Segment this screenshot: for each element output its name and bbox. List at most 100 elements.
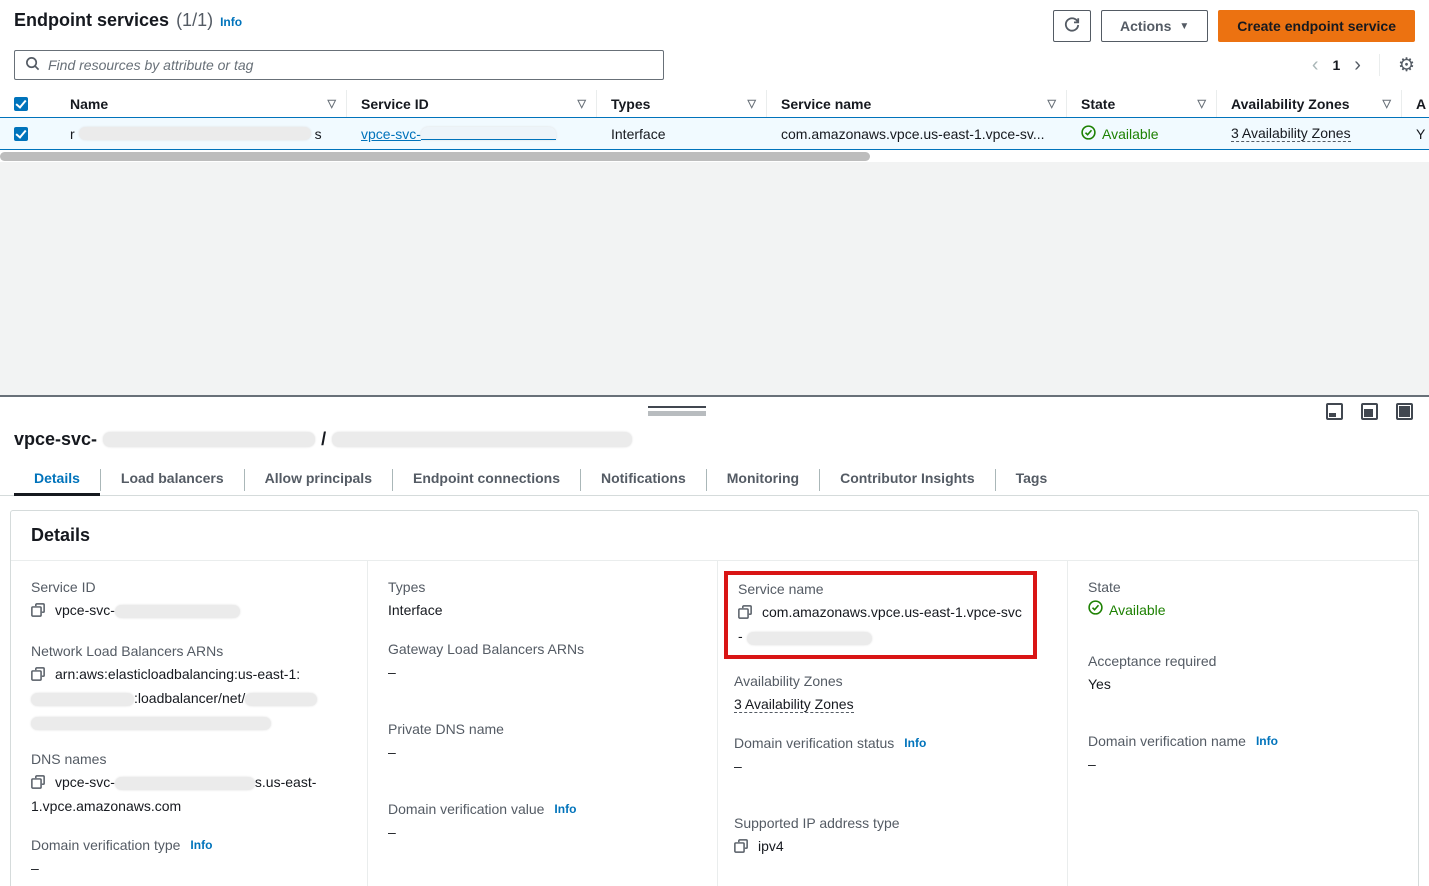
page-title: Endpoint services — [14, 10, 169, 31]
select-all-checkbox[interactable] — [14, 97, 28, 111]
field-nlb-arns: Network Load Balancers ARNs arn:aws:elas… — [31, 643, 351, 731]
prev-page-icon[interactable]: ‹ — [1312, 55, 1319, 75]
info-link[interactable]: Info — [1256, 734, 1278, 748]
row-service-name-cell: com.amazonaws.vpce.us-east-1.vpce-sv... — [767, 118, 1067, 149]
redacted-service-id-value — [115, 605, 240, 618]
field-domain-verification-name: Domain verification name Info – — [1088, 733, 1402, 775]
row-state-cell: Available — [1067, 118, 1217, 149]
detail-panel: vpce-svc- / Details Load balancers Allow… — [0, 425, 1429, 886]
field-private-dns-name: Private DNS name – — [388, 721, 701, 763]
row-checkbox[interactable] — [14, 127, 28, 141]
availability-zones-popover-trigger[interactable]: 3 Availability Zones — [734, 696, 854, 713]
copy-icon[interactable] — [31, 601, 45, 623]
tab-allow-principals[interactable]: Allow principals — [245, 464, 392, 495]
pagination: ‹ 1 › ⚙ — [1312, 54, 1415, 77]
availability-zones-popover-trigger[interactable]: 3 Availability Zones — [1231, 125, 1351, 142]
column-header-types[interactable]: Types ▽ — [597, 90, 767, 117]
search-input[interactable] — [48, 57, 653, 73]
field-supported-ip-address-type: Supported IP address type ipv4 — [734, 815, 1051, 859]
redacted-service-id — [421, 127, 556, 140]
search-box[interactable] — [14, 50, 664, 80]
drag-handle[interactable] — [648, 406, 706, 416]
redacted-arn-line — [31, 717, 271, 730]
info-link[interactable]: Info — [904, 736, 926, 750]
search-icon — [25, 56, 40, 74]
actions-button[interactable]: Actions ▼ — [1101, 10, 1208, 42]
column-header-clipped[interactable]: A — [1402, 90, 1429, 117]
filter-icon[interactable]: ▽ — [578, 97, 586, 110]
table-header-row: Name ▽ Service ID ▽ Types ▽ Service name… — [0, 90, 1429, 117]
info-link[interactable]: Info — [554, 802, 576, 816]
field-domain-verification-status: Domain verification status Info – — [734, 735, 1051, 777]
field-domain-verification-type: Domain verification type Info – — [31, 837, 351, 879]
tab-details[interactable]: Details — [14, 464, 100, 495]
next-page-icon[interactable]: › — [1354, 55, 1361, 75]
copy-icon[interactable] — [31, 773, 45, 795]
filter-icon[interactable]: ▽ — [328, 97, 336, 110]
field-acceptance-required: Acceptance required Yes — [1088, 653, 1402, 695]
field-dns-names: DNS names vpce-svc-s.us-east- 1.vpce.ama… — [31, 751, 351, 817]
row-availability-zones-cell: 3 Availability Zones — [1217, 118, 1402, 149]
redacted-dns-id — [115, 777, 255, 790]
tab-endpoint-connections[interactable]: Endpoint connections — [393, 464, 580, 495]
tab-monitoring[interactable]: Monitoring — [707, 464, 819, 495]
horizontal-scrollbar-thumb[interactable] — [0, 152, 870, 161]
field-availability-zones: Availability Zones 3 Availability Zones — [734, 673, 1051, 715]
refresh-button[interactable] — [1053, 10, 1091, 42]
tab-contributor-insights[interactable]: Contributor Insights — [820, 464, 995, 495]
row-acceptance-cell: Y — [1402, 118, 1429, 149]
field-domain-verification-value: Domain verification value Info – — [388, 801, 701, 843]
details-card: Details Service ID vpce-svc- Network Loa… — [10, 510, 1419, 886]
redacted-name — [79, 127, 311, 140]
panel-title: vpce-svc- / — [0, 425, 1429, 450]
check-circle-icon — [1088, 599, 1103, 621]
filter-icon[interactable]: ▽ — [748, 97, 756, 110]
horizontal-scrollbar — [0, 150, 1429, 162]
redacted-lb-name — [245, 693, 317, 706]
filter-icon[interactable]: ▽ — [1383, 97, 1391, 110]
row-checkbox-cell — [0, 118, 56, 149]
divider — [1379, 54, 1380, 76]
tab-notifications[interactable]: Notifications — [581, 464, 706, 495]
endpoint-services-table: Name ▽ Service ID ▽ Types ▽ Service name… — [0, 90, 1429, 150]
row-types-cell: Interface — [597, 118, 767, 149]
table-row[interactable]: r s vpce-svc- Interface com.amazonaws.vp… — [0, 117, 1429, 150]
field-types: Types Interface — [388, 579, 701, 621]
field-state: State Available — [1088, 579, 1402, 621]
info-link[interactable]: Info — [190, 838, 212, 852]
column-header-name[interactable]: Name ▽ — [56, 90, 347, 117]
detail-tabs: Details Load balancers Allow principals … — [0, 464, 1429, 496]
row-service-id-cell: vpce-svc- — [347, 118, 597, 149]
settings-gear-icon[interactable]: ⚙ — [1398, 54, 1415, 77]
panel-layout-controls — [1326, 403, 1413, 420]
field-service-id: Service ID vpce-svc- — [31, 579, 351, 623]
column-header-availability-zones[interactable]: Availability Zones ▽ — [1217, 90, 1402, 117]
details-column-4: State Available Acceptance required Yes — [1067, 561, 1418, 886]
page-number[interactable]: 1 — [1332, 57, 1340, 73]
split-panel-divider — [0, 395, 1429, 425]
info-link[interactable]: Info — [220, 15, 242, 29]
filter-icon[interactable]: ▽ — [1048, 97, 1056, 110]
copy-icon[interactable] — [738, 603, 752, 625]
filter-icon[interactable]: ▽ — [1198, 97, 1206, 110]
tab-tags[interactable]: Tags — [996, 464, 1068, 495]
panel-size-half-icon[interactable] — [1361, 403, 1378, 420]
copy-icon[interactable] — [31, 665, 45, 687]
copy-icon[interactable] — [734, 837, 748, 859]
panel-size-small-icon[interactable] — [1326, 403, 1343, 420]
details-card-title: Details — [11, 511, 1418, 561]
field-gwlb-arns: Gateway Load Balancers ARNs – — [388, 641, 701, 683]
resource-count: (1/1) — [176, 10, 213, 31]
create-endpoint-service-button[interactable]: Create endpoint service — [1218, 10, 1415, 42]
caret-down-icon: ▼ — [1179, 21, 1189, 32]
panel-size-full-icon[interactable] — [1396, 403, 1413, 420]
service-id-link[interactable]: vpce-svc- — [361, 126, 421, 142]
redacted-account-id — [31, 693, 134, 706]
details-column-3: Service name com.amazonaws.vpce.us-east-… — [717, 561, 1067, 886]
empty-area — [0, 162, 1429, 395]
select-all-checkbox-cell — [0, 90, 56, 117]
tab-load-balancers[interactable]: Load balancers — [101, 464, 244, 495]
column-header-state[interactable]: State ▽ — [1067, 90, 1217, 117]
column-header-service-id[interactable]: Service ID ▽ — [347, 90, 597, 117]
column-header-service-name[interactable]: Service name ▽ — [767, 90, 1067, 117]
